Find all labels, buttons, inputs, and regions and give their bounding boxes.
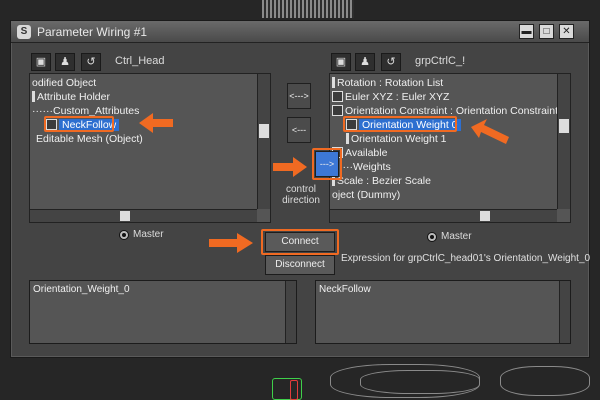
annotation-arrow-icon <box>471 119 509 144</box>
right-object-label: grpCtrlC_! <box>415 55 466 67</box>
right-tree[interactable]: Rotation : Rotation List Euler XYZ : Eul… <box>329 73 571 223</box>
window-title: Parameter Wiring #1 <box>37 25 148 39</box>
left-vertical-scrollbar[interactable] <box>257 74 270 209</box>
refresh-icon[interactable]: ↺ <box>81 53 101 71</box>
left-horizontal-scrollbar[interactable] <box>30 209 257 222</box>
right-horizontal-scrollbar[interactable] <box>330 209 557 222</box>
disconnect-button[interactable]: Disconnect <box>265 255 335 275</box>
highlight-direction-button <box>312 148 342 180</box>
maximize-button[interactable]: □ <box>539 24 554 39</box>
parameter-wiring-dialog: S Parameter Wiring #1 ▬ □ ✕ ▣ ♟ ↺ Ctrl_H… <box>10 20 590 358</box>
viewport-wireframe-top <box>262 0 354 18</box>
right-vertical-scrollbar[interactable] <box>557 74 570 209</box>
tree-item[interactable]: Editable Mesh (Object) <box>36 133 143 145</box>
highlight-connect-button <box>261 229 339 255</box>
bidirectional-button[interactable]: <---> <box>287 83 311 109</box>
viewport-wireframe-bottom <box>250 358 600 400</box>
expression-label: Expression for grpCtrlC_head01's Orienta… <box>341 253 591 264</box>
left-tree[interactable]: odified Object Attribute Holder ······Cu… <box>29 73 271 223</box>
tree-item[interactable]: odified Object <box>32 77 96 89</box>
left-object-label: Ctrl_Head <box>115 55 165 67</box>
highlight-orientation-weight <box>343 116 457 132</box>
left-master-label: Master <box>133 229 164 240</box>
pick-object-icon-right[interactable]: ▣ <box>331 53 351 71</box>
right-master-radio[interactable] <box>427 232 437 242</box>
right-expression-field[interactable]: NeckFollow <box>315 280 571 344</box>
annotation-arrow-icon <box>273 157 307 177</box>
tree-item[interactable]: oject (Dummy) <box>332 189 400 201</box>
right-master-label: Master <box>441 231 472 242</box>
minimize-button[interactable]: ▬ <box>519 24 534 39</box>
control-direction-caption: control direction <box>282 184 320 206</box>
app-icon: S <box>17 25 31 39</box>
highlight-neckfollow <box>44 116 114 132</box>
app-screen: S Parameter Wiring #1 ▬ □ ✕ ▣ ♟ ↺ Ctrl_H… <box>0 0 600 400</box>
annotation-arrow-icon <box>209 233 253 253</box>
pick-object-icon[interactable]: ▣ <box>31 53 51 71</box>
left-master-radio[interactable] <box>119 230 129 240</box>
left-expression-field[interactable]: Orientation_Weight_0 <box>29 280 297 344</box>
find-object-icon[interactable]: ♟ <box>55 53 75 71</box>
tree-item[interactable]: Rotation : Rotation List <box>332 77 443 89</box>
tree-item[interactable]: Euler XYZ : Euler XYZ <box>332 91 449 103</box>
annotation-arrow-icon <box>139 113 173 133</box>
tree-item[interactable]: Scale : Bezier Scale <box>332 175 431 187</box>
refresh-icon-right[interactable]: ↺ <box>381 53 401 71</box>
title-bar[interactable]: S Parameter Wiring #1 ▬ □ ✕ <box>11 21 589 43</box>
tree-item[interactable]: Attribute Holder <box>32 91 110 103</box>
left-direction-button[interactable]: <--- <box>287 117 311 143</box>
close-button[interactable]: ✕ <box>559 24 574 39</box>
find-object-icon-right[interactable]: ♟ <box>355 53 375 71</box>
tree-item[interactable]: Orientation Weight 1 <box>346 133 447 145</box>
